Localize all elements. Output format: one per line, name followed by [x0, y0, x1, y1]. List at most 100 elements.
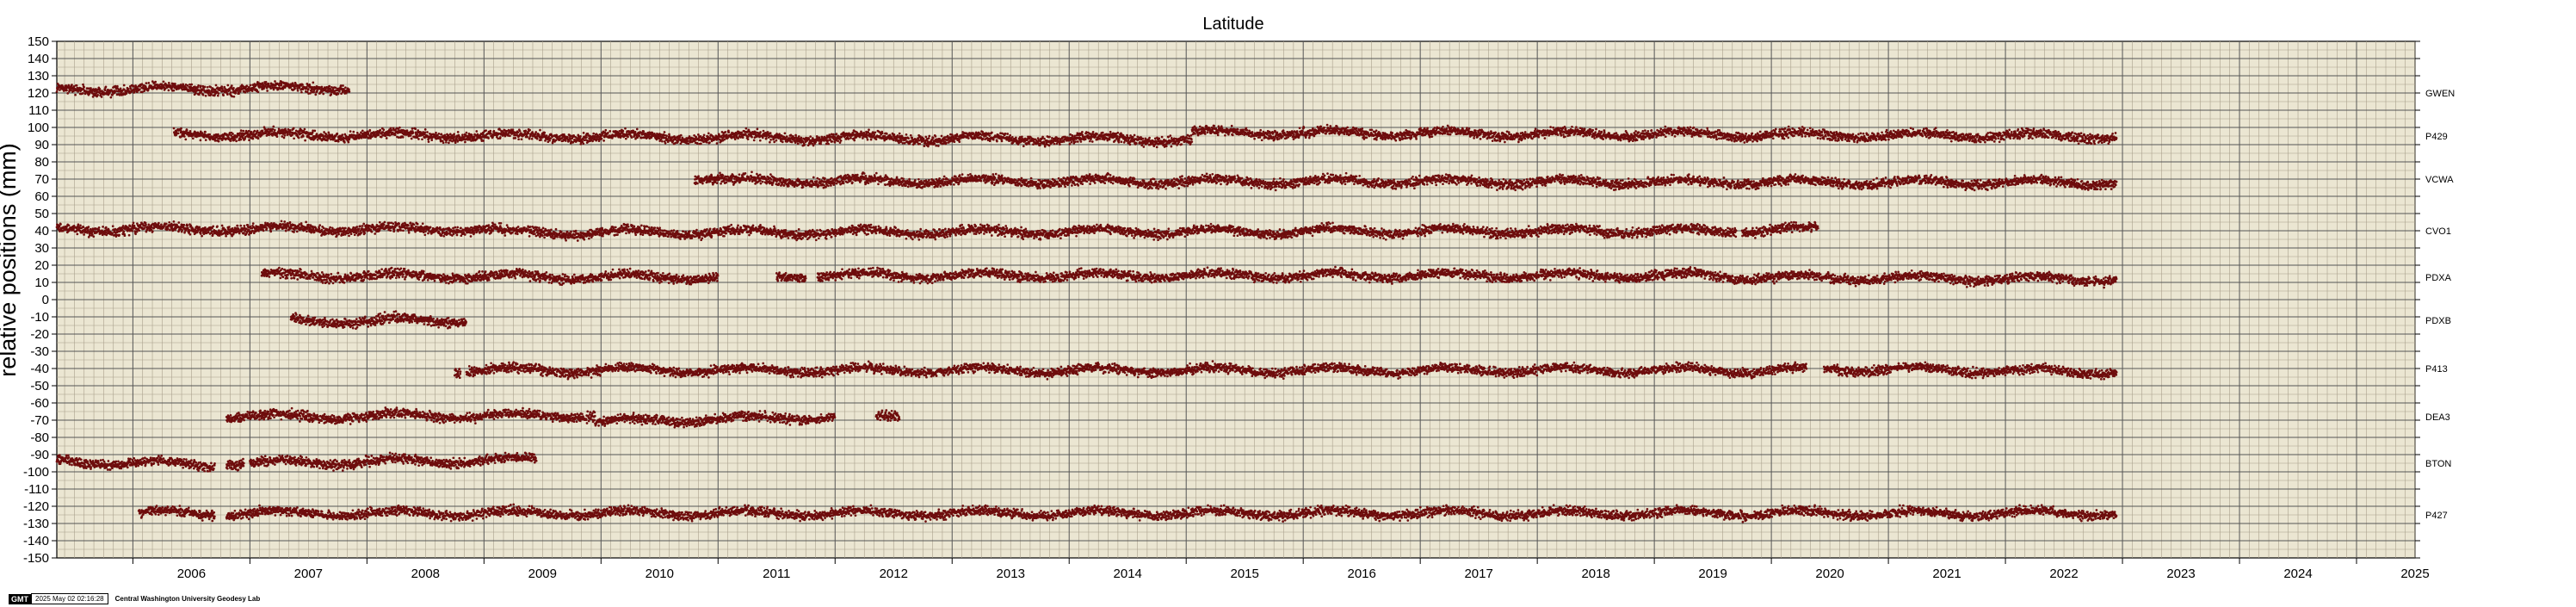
- data-point: [514, 137, 516, 139]
- data-point: [631, 136, 633, 139]
- data-point: [424, 131, 427, 133]
- data-point: [139, 88, 141, 90]
- data-point: [1356, 127, 1358, 130]
- data-point: [527, 132, 529, 134]
- data-point: [664, 142, 667, 145]
- data-point: [745, 127, 748, 130]
- data-point: [1090, 138, 1092, 140]
- data-point: [322, 93, 324, 96]
- data-point: [660, 139, 663, 141]
- data-point: [341, 133, 343, 136]
- data-point: [333, 138, 336, 140]
- data-point: [168, 90, 170, 92]
- data-point: [868, 128, 870, 131]
- data-point: [579, 143, 582, 146]
- data-point: [759, 139, 762, 142]
- data-point: [642, 130, 645, 133]
- data-point: [220, 85, 223, 88]
- data-point: [272, 128, 275, 131]
- data-point: [751, 136, 753, 139]
- data-point: [1304, 131, 1307, 133]
- data-point: [1134, 134, 1136, 137]
- data-point: [1232, 134, 1234, 137]
- data-point: [252, 138, 255, 140]
- data-point: [935, 135, 937, 138]
- data-point: [218, 92, 220, 95]
- data-point: [180, 127, 182, 130]
- data-point: [457, 131, 460, 133]
- data-point: [1091, 140, 1094, 143]
- data-point: [624, 127, 627, 130]
- data-point: [582, 142, 584, 145]
- data-point: [1199, 126, 1202, 128]
- data-point: [244, 91, 247, 94]
- data-point: [1346, 127, 1349, 129]
- data-point: [145, 82, 148, 84]
- data-point: [141, 83, 144, 85]
- data-point: [1218, 125, 1220, 127]
- data-point: [110, 96, 113, 99]
- data-point: [1032, 143, 1035, 146]
- data-point: [601, 138, 603, 140]
- data-point: [231, 96, 233, 98]
- data-point: [1329, 125, 1331, 127]
- data-point: [232, 133, 234, 135]
- data-point: [769, 139, 772, 141]
- data-point: [784, 132, 787, 134]
- data-point: [607, 132, 609, 134]
- data-point: [881, 132, 884, 134]
- data-point: [548, 139, 551, 142]
- y-axis-label: relative positions (mm): [0, 143, 21, 377]
- data-point: [886, 133, 888, 135]
- data-point: [1217, 132, 1220, 134]
- data-point: [435, 132, 437, 134]
- data-point: [1109, 131, 1112, 133]
- data-point: [99, 88, 102, 90]
- data-point: [1015, 136, 1017, 139]
- data-point: [1121, 140, 1123, 143]
- data-point: [349, 130, 352, 133]
- chart-title: Latitude: [1202, 15, 1263, 34]
- data-point: [302, 135, 305, 138]
- data-point: [870, 139, 873, 141]
- data-point: [967, 137, 970, 139]
- data-point: [497, 138, 499, 140]
- data-point: [893, 133, 896, 136]
- data-point: [1053, 143, 1056, 146]
- data-point: [622, 130, 625, 133]
- data-point: [1165, 145, 1168, 147]
- data-point: [540, 139, 542, 141]
- data-point: [464, 141, 466, 144]
- data-point: [765, 137, 768, 139]
- data-point: [753, 139, 756, 142]
- data-point: [204, 131, 207, 133]
- data-point: [297, 90, 300, 92]
- data-point: [625, 138, 627, 140]
- data-point: [1009, 134, 1011, 137]
- data-point: [794, 134, 797, 137]
- data-point: [349, 90, 351, 93]
- data-point: [327, 132, 330, 134]
- data-point: [268, 83, 270, 85]
- data-point: [956, 135, 959, 138]
- data-point: [716, 142, 719, 145]
- data-point: [276, 135, 279, 138]
- data-point: [536, 138, 539, 140]
- data-point: [608, 130, 611, 133]
- data-point: [1375, 129, 1378, 132]
- data-point: [394, 133, 397, 136]
- data-point: [448, 142, 450, 145]
- data-point: [293, 127, 295, 129]
- data-point: [517, 138, 520, 140]
- data-point: [348, 141, 350, 144]
- data-point: [602, 139, 605, 142]
- data-point: [239, 90, 242, 93]
- data-point: [1221, 127, 1224, 130]
- data-point: [636, 128, 639, 131]
- data-point: [583, 132, 585, 134]
- data-point: [1207, 131, 1209, 133]
- data-point: [262, 130, 264, 133]
- data-point: [1261, 139, 1263, 141]
- data-point: [163, 80, 165, 83]
- data-point: [74, 94, 77, 96]
